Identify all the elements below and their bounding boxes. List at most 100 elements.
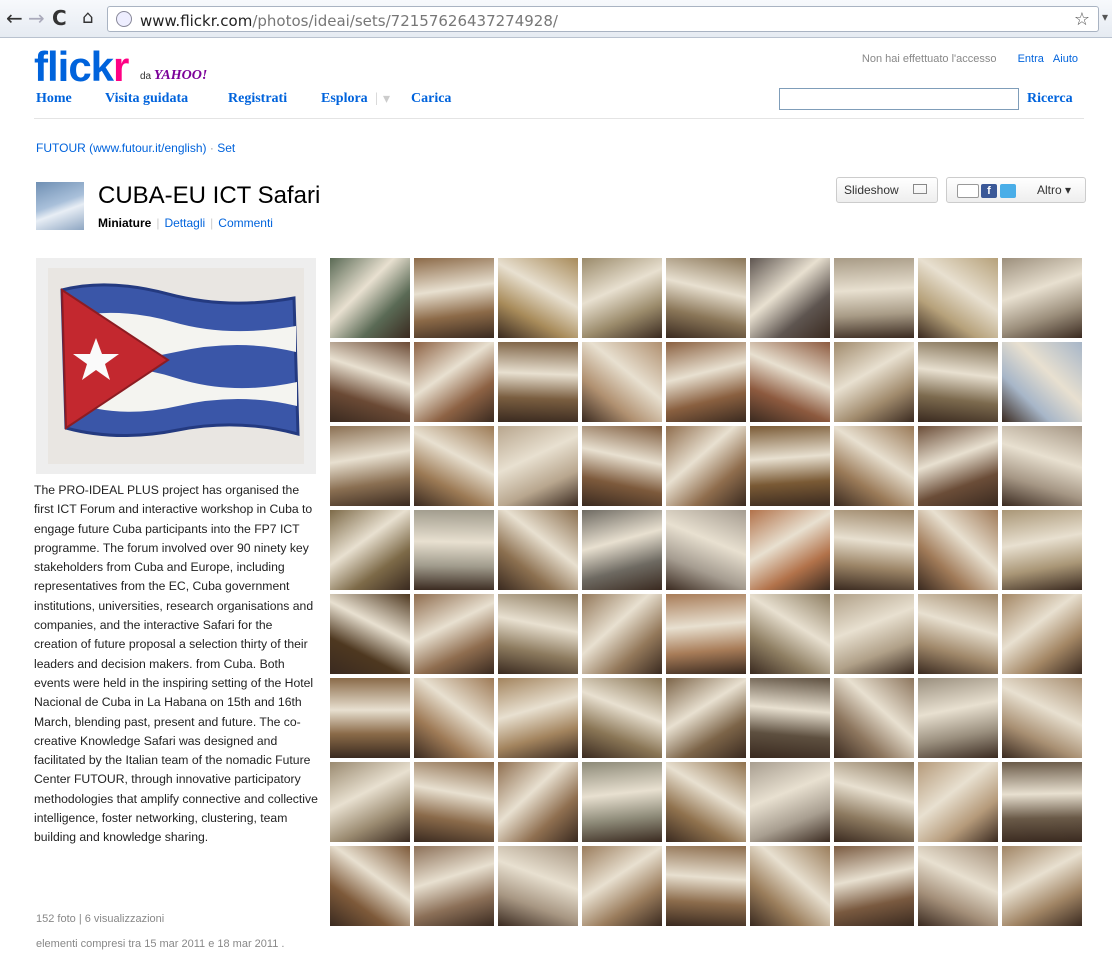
photo-thumbnail[interactable] (750, 762, 830, 842)
photo-thumbnail[interactable] (750, 426, 830, 506)
breadcrumb-sets[interactable]: Set (217, 141, 235, 155)
photo-thumbnail[interactable] (582, 426, 662, 506)
photo-thumbnail[interactable] (414, 762, 494, 842)
photo-thumbnail[interactable] (414, 846, 494, 926)
share-button[interactable]: f Altro ▾ (946, 177, 1086, 203)
photo-thumbnail[interactable] (666, 510, 746, 590)
photo-thumbnail[interactable] (666, 258, 746, 338)
nav-upload[interactable]: Carica (411, 91, 451, 107)
photo-thumbnail[interactable] (330, 678, 410, 758)
photo-thumbnail[interactable] (414, 342, 494, 422)
twitter-icon[interactable] (1000, 184, 1016, 198)
photo-thumbnail[interactable] (1002, 594, 1082, 674)
photo-thumbnail[interactable] (834, 426, 914, 506)
search-input[interactable] (779, 88, 1019, 110)
photo-thumbnail[interactable] (1002, 426, 1082, 506)
url-text[interactable]: www.flickr.com/photos/ideai/sets/7215762… (140, 12, 558, 30)
photo-thumbnail[interactable] (750, 846, 830, 926)
nav-tour[interactable]: Visita guidata (105, 91, 188, 107)
flickr-logo[interactable]: flickr (34, 46, 129, 88)
photo-thumbnail[interactable] (750, 258, 830, 338)
photo-thumbnail[interactable] (918, 258, 998, 338)
photo-thumbnail[interactable] (918, 678, 998, 758)
photo-thumbnail[interactable] (666, 426, 746, 506)
photo-thumbnail[interactable] (666, 594, 746, 674)
photo-thumbnail[interactable] (414, 678, 494, 758)
photo-thumbnail[interactable] (1002, 342, 1082, 422)
menu-icon[interactable]: ▾ (1102, 10, 1108, 24)
photo-thumbnail[interactable] (414, 426, 494, 506)
photo-thumbnail[interactable] (918, 594, 998, 674)
photo-thumbnail[interactable] (834, 678, 914, 758)
photo-thumbnail[interactable] (414, 258, 494, 338)
photo-thumbnail[interactable] (666, 342, 746, 422)
photo-thumbnail[interactable] (1002, 846, 1082, 926)
photo-thumbnail[interactable] (414, 510, 494, 590)
nav-home[interactable]: Home (36, 91, 72, 107)
photo-thumbnail[interactable] (582, 594, 662, 674)
photo-thumbnail[interactable] (834, 510, 914, 590)
photo-thumbnail[interactable] (330, 342, 410, 422)
back-icon[interactable]: ← (6, 8, 23, 28)
forward-icon[interactable]: → (28, 8, 45, 28)
tab-comments[interactable]: Commenti (218, 216, 273, 230)
photo-thumbnail[interactable] (750, 510, 830, 590)
photo-thumbnail[interactable] (1002, 258, 1082, 338)
photo-thumbnail[interactable] (582, 678, 662, 758)
photo-thumbnail[interactable] (582, 846, 662, 926)
photo-thumbnail[interactable] (330, 258, 410, 338)
photo-thumbnail[interactable] (582, 342, 662, 422)
photo-thumbnail[interactable] (918, 342, 998, 422)
photo-thumbnail[interactable] (918, 510, 998, 590)
facebook-icon[interactable]: f (981, 184, 997, 198)
photo-thumbnail[interactable] (582, 258, 662, 338)
photo-thumbnail[interactable] (498, 762, 578, 842)
breadcrumb-owner[interactable]: FUTOUR (www.futour.it/english) (36, 141, 207, 155)
more-dropdown[interactable]: Altro ▾ (1037, 178, 1071, 202)
home-icon[interactable]: ⌂ (82, 8, 93, 28)
explore-dropdown-icon[interactable]: ▾ (383, 91, 390, 108)
photo-thumbnail[interactable] (1002, 678, 1082, 758)
photo-thumbnail[interactable] (918, 426, 998, 506)
photo-thumbnail[interactable] (330, 594, 410, 674)
tab-details[interactable]: Dettagli (164, 216, 205, 230)
photo-thumbnail[interactable] (414, 594, 494, 674)
photo-thumbnail[interactable] (330, 846, 410, 926)
photo-thumbnail[interactable] (1002, 510, 1082, 590)
photo-thumbnail[interactable] (582, 510, 662, 590)
reload-icon[interactable]: C (52, 8, 67, 28)
set-thumbnail[interactable] (36, 182, 84, 230)
bookmark-star-icon[interactable]: ☆ (1074, 9, 1090, 30)
slideshow-button[interactable]: Slideshow (836, 177, 938, 203)
photo-thumbnail[interactable] (750, 594, 830, 674)
photo-thumbnail[interactable] (750, 342, 830, 422)
photo-thumbnail[interactable] (498, 594, 578, 674)
photo-thumbnail[interactable] (918, 762, 998, 842)
photo-thumbnail[interactable] (834, 594, 914, 674)
tab-thumbnails[interactable]: Miniature (98, 216, 151, 230)
photo-thumbnail[interactable] (750, 678, 830, 758)
email-icon[interactable] (957, 184, 979, 198)
photo-thumbnail[interactable] (498, 258, 578, 338)
set-cover-photo[interactable] (36, 258, 316, 474)
signin-link[interactable]: Entra (1018, 53, 1044, 65)
photo-thumbnail[interactable] (834, 762, 914, 842)
photo-thumbnail[interactable] (498, 678, 578, 758)
photo-thumbnail[interactable] (330, 510, 410, 590)
nav-signup[interactable]: Registrati (228, 91, 287, 107)
photo-thumbnail[interactable] (666, 678, 746, 758)
address-bar[interactable]: www.flickr.com/photos/ideai/sets/7215762… (107, 6, 1099, 32)
search-button[interactable]: Ricerca (1027, 91, 1073, 107)
photo-thumbnail[interactable] (1002, 762, 1082, 842)
photo-thumbnail[interactable] (498, 342, 578, 422)
photo-thumbnail[interactable] (498, 510, 578, 590)
photo-thumbnail[interactable] (834, 258, 914, 338)
photo-thumbnail[interactable] (834, 846, 914, 926)
photo-thumbnail[interactable] (498, 426, 578, 506)
photo-thumbnail[interactable] (330, 426, 410, 506)
photo-thumbnail[interactable] (834, 342, 914, 422)
photo-thumbnail[interactable] (582, 762, 662, 842)
photo-thumbnail[interactable] (498, 846, 578, 926)
nav-explore[interactable]: Esplora (321, 91, 368, 107)
photo-thumbnail[interactable] (918, 846, 998, 926)
